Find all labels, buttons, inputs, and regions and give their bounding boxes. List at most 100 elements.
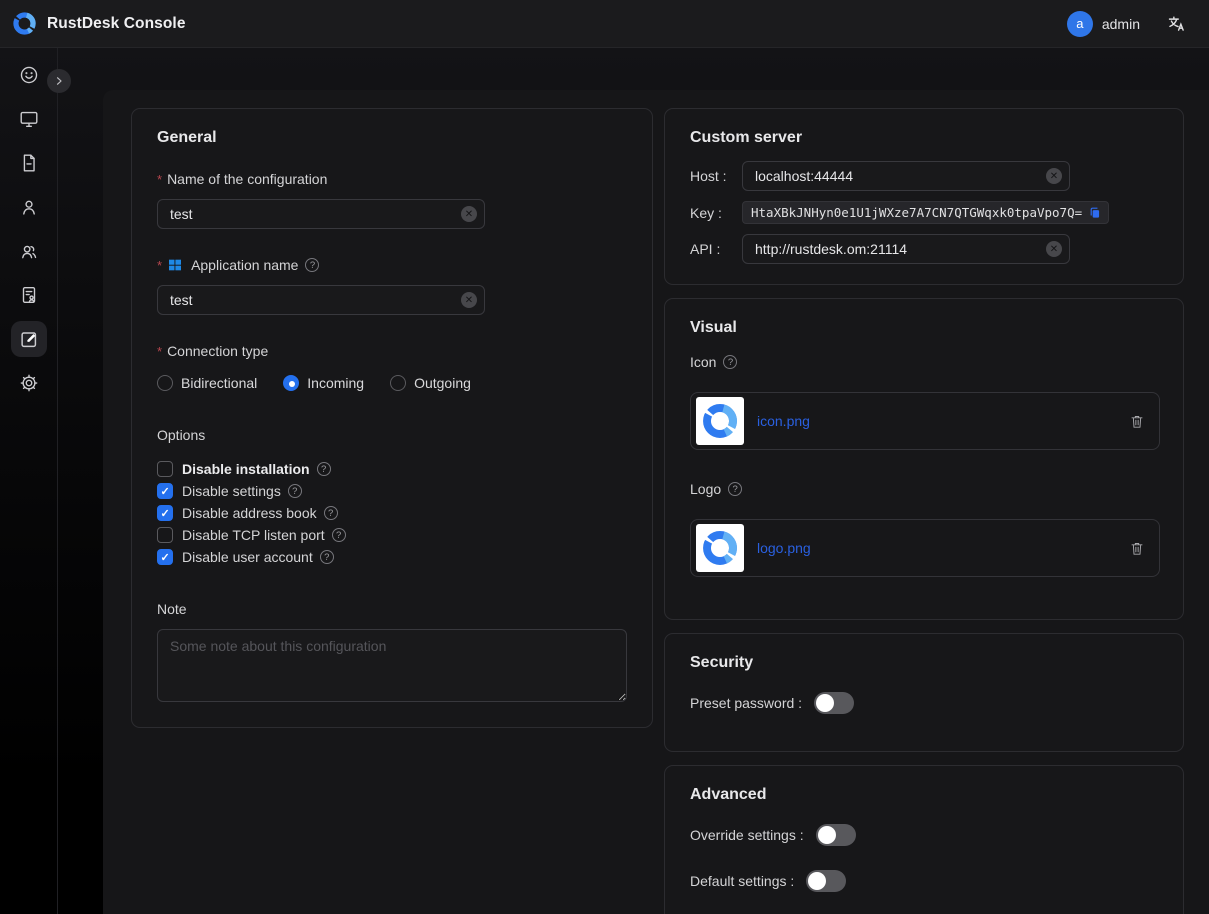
sidebar-item-users[interactable]	[11, 189, 47, 225]
required-asterisk: *	[157, 172, 162, 187]
preset-password-label: Preset password :	[690, 695, 802, 711]
default-settings-toggle[interactable]	[806, 870, 846, 892]
help-icon[interactable]: ?	[728, 482, 742, 496]
host-label: Host :	[690, 168, 742, 184]
trash-icon[interactable]	[1129, 540, 1145, 557]
checkbox-disable-address-book[interactable]: Disable address book ?	[157, 505, 627, 521]
avatar: a	[1067, 11, 1093, 37]
chevron-right-icon	[52, 74, 66, 88]
user-menu[interactable]: a admin	[1067, 11, 1140, 37]
visual-title: Visual	[690, 319, 1158, 337]
sidebar-item-audit[interactable]	[11, 277, 47, 313]
host-input[interactable]	[742, 161, 1070, 191]
rustdesk-logo-icon	[701, 529, 739, 567]
gear-icon	[18, 372, 40, 394]
custom-server-card: Custom server Host : ✕ Key : HtaXBkJNHyn…	[664, 108, 1184, 285]
user-icon	[18, 196, 40, 218]
sidebar-item-documents[interactable]	[11, 145, 47, 181]
sidebar-item-custom-clients[interactable]	[11, 321, 47, 357]
rustdesk-logo-icon	[12, 11, 37, 36]
connection-type-group: Bidirectional Incoming Outgoing	[157, 375, 627, 391]
app-header: RustDesk Console a admin	[0, 0, 1209, 48]
config-name-input[interactable]	[157, 199, 485, 229]
advanced-card: Advanced Override settings : Default set…	[664, 765, 1184, 914]
custom-server-title: Custom server	[690, 129, 1158, 147]
radio-outgoing[interactable]: Outgoing	[390, 375, 471, 391]
required-asterisk: *	[157, 258, 162, 273]
help-icon[interactable]: ?	[288, 484, 302, 498]
edit-icon	[18, 328, 40, 350]
note-textarea[interactable]	[157, 629, 627, 702]
checkbox-disable-installation[interactable]: Disable installation ?	[157, 461, 627, 477]
checkbox-icon	[157, 527, 173, 543]
application-name-label: * Application name ?	[157, 257, 627, 273]
sidebar-item-groups[interactable]	[11, 233, 47, 269]
smiley-icon	[18, 64, 40, 86]
help-icon[interactable]: ?	[723, 355, 737, 369]
preset-password-toggle[interactable]	[814, 692, 854, 714]
checkbox-disable-tcp-listen-port[interactable]: Disable TCP listen port ?	[157, 527, 627, 543]
radio-icon	[283, 375, 299, 391]
trash-icon[interactable]	[1129, 413, 1145, 430]
user-name: admin	[1102, 16, 1140, 32]
clear-circle-icon[interactable]: ✕	[1046, 168, 1062, 184]
workspace: General * Name of the configuration ✕ * …	[0, 48, 1209, 914]
name-field-label: * Name of the configuration	[157, 171, 627, 187]
icon-upload-label: Icon ?	[690, 354, 1158, 370]
checkbox-icon	[157, 483, 173, 499]
rustdesk-logo-icon	[701, 402, 739, 440]
help-icon[interactable]: ?	[320, 550, 334, 564]
options-label: Options	[157, 427, 627, 443]
sidebar-item-settings[interactable]	[11, 365, 47, 401]
logo-thumbnail	[696, 524, 744, 572]
api-input[interactable]	[742, 234, 1070, 264]
checkbox-disable-settings[interactable]: Disable settings ?	[157, 483, 627, 499]
advanced-title: Advanced	[690, 786, 1158, 804]
monitor-icon	[18, 108, 40, 130]
connection-type-label: * Connection type	[157, 343, 627, 359]
icon-file-row: icon.png	[690, 392, 1160, 450]
audit-log-icon	[18, 284, 40, 306]
radio-incoming[interactable]: Incoming	[283, 375, 364, 391]
checkbox-disable-user-account[interactable]: Disable user account ?	[157, 549, 627, 565]
checkbox-icon	[157, 461, 173, 477]
override-settings-toggle[interactable]	[816, 824, 856, 846]
clear-circle-icon[interactable]: ✕	[461, 292, 477, 308]
translate-icon[interactable]	[1166, 13, 1187, 34]
brand: RustDesk Console	[12, 11, 186, 36]
document-icon	[18, 152, 40, 174]
general-title: General	[157, 129, 627, 147]
app-title: RustDesk Console	[47, 15, 186, 33]
general-card: General * Name of the configuration ✕ * …	[131, 108, 653, 728]
help-icon[interactable]: ?	[317, 462, 331, 476]
options-list: Disable installation ? Disable settings …	[157, 461, 627, 565]
radio-icon	[157, 375, 173, 391]
help-icon[interactable]: ?	[305, 258, 319, 272]
windows-icon	[167, 257, 183, 273]
sidebar	[0, 48, 58, 914]
sidebar-collapse-button[interactable]	[47, 69, 71, 93]
server-key-value: HtaXBkJNHyn0e1U1jWXze7A7CN7QTGWqxk0tpaVp…	[742, 201, 1109, 224]
sidebar-item-smiley[interactable]	[11, 57, 47, 93]
default-settings-label: Default settings :	[690, 873, 794, 889]
icon-filename-link[interactable]: icon.png	[757, 413, 810, 429]
radio-icon	[390, 375, 406, 391]
radio-bidirectional[interactable]: Bidirectional	[157, 375, 257, 391]
security-card: Security Preset password :	[664, 633, 1184, 752]
checkbox-icon	[157, 505, 173, 521]
users-icon	[18, 240, 40, 262]
help-icon[interactable]: ?	[324, 506, 338, 520]
icon-thumbnail	[696, 397, 744, 445]
application-name-input[interactable]	[157, 285, 485, 315]
required-asterisk: *	[157, 344, 162, 359]
override-settings-label: Override settings :	[690, 827, 804, 843]
content-panel: General * Name of the configuration ✕ * …	[103, 90, 1209, 914]
clear-circle-icon[interactable]: ✕	[1046, 241, 1062, 257]
clear-circle-icon[interactable]: ✕	[461, 206, 477, 222]
help-icon[interactable]: ?	[332, 528, 346, 542]
sidebar-item-devices[interactable]	[11, 101, 47, 137]
copy-icon[interactable]	[1088, 206, 1102, 220]
api-label: API :	[690, 241, 742, 257]
logo-filename-link[interactable]: logo.png	[757, 540, 811, 556]
security-title: Security	[690, 654, 1158, 672]
